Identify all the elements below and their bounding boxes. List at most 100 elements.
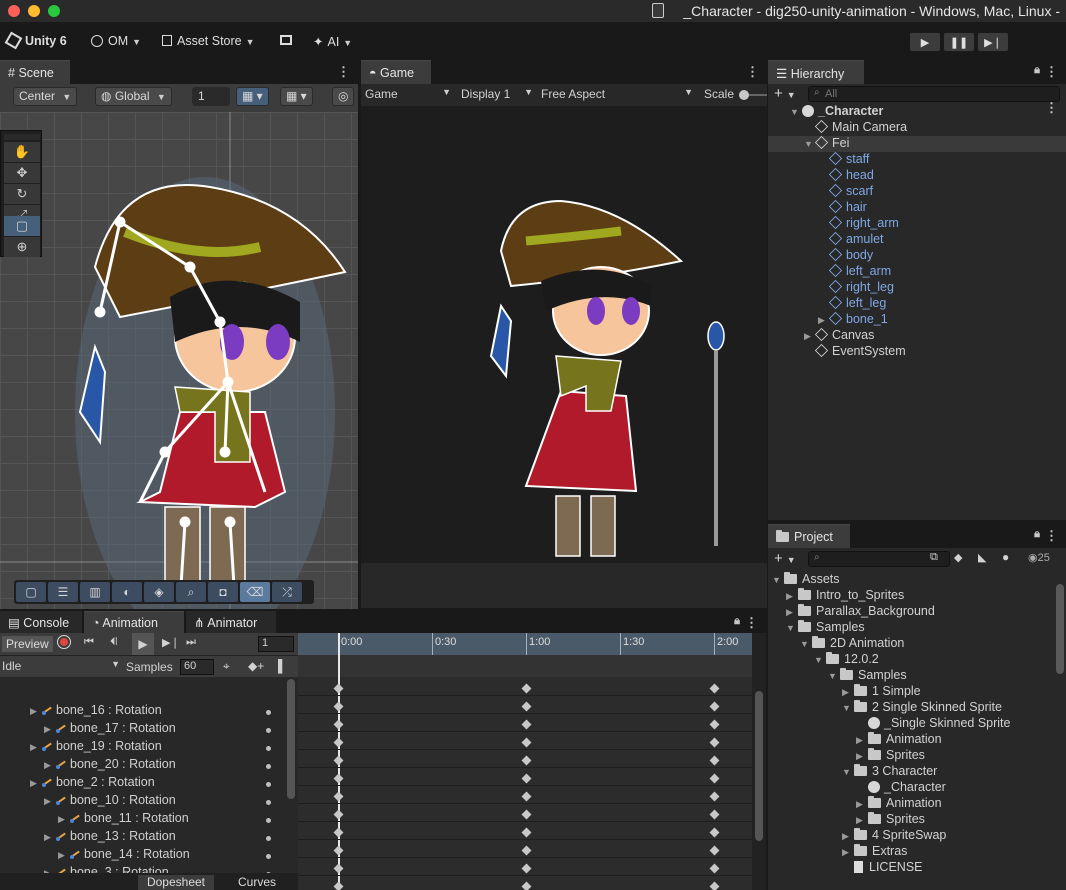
game-mode-dropdown[interactable]: Game ▼ [365,87,451,101]
keyframe-toggle-icon[interactable] [266,818,271,823]
property-scrollbar[interactable] [287,679,295,799]
display-dropdown[interactable]: Display 1 ▼ [461,87,533,101]
keyframe[interactable] [521,683,532,694]
keyframe[interactable] [333,737,344,748]
project-item[interactable]: ▼ 12.0.2 [768,652,1056,668]
ai-dropdown[interactable]: ✦ AI ▼ [313,34,352,49]
project-item[interactable]: ▶ Sprites [768,748,1056,764]
animation-property-row[interactable]: ▶ bone_14 : Rotation [0,847,287,865]
lock-icon[interactable]: 🔒︎ [734,615,740,628]
expanded-arrow-icon[interactable]: ▼ [786,623,798,633]
animation-menu-icon[interactable]: ⋮ [745,615,758,631]
scene-menu-icon[interactable]: ⋮ [337,64,350,80]
last-keyframe-button[interactable]: ⏭ [186,636,196,649]
keyframe-toggle-icon[interactable] [266,782,271,787]
keyframe[interactable] [709,845,720,856]
collapsed-arrow-icon[interactable]: ▶ [804,331,816,342]
keyframe[interactable] [709,755,720,766]
camera-button[interactable]: ◘ [208,582,238,602]
collapsed-arrow-icon[interactable]: ▶ [30,706,42,717]
filter-type-icon[interactable]: ◆ [954,551,962,564]
project-item[interactable]: ▼ 2 Single Skinned Sprite [768,700,1056,716]
hierarchy-item[interactable]: scarf [768,183,1066,200]
unity-menu[interactable]: Unity 6 [4,31,67,50]
shuffle-button[interactable]: ⤮ [272,582,302,602]
hierarchy-item[interactable]: amulet [768,231,1066,248]
keyframe[interactable] [709,773,720,784]
keyframe[interactable] [521,809,532,820]
create-dropdown[interactable]: + ▼ [774,85,796,102]
zoom-button[interactable]: ⌕ [176,582,206,602]
hierarchy-item[interactable]: ▶ bone_1 [768,311,1066,328]
keyframe[interactable] [333,701,344,712]
expanded-arrow-icon[interactable]: ▼ [772,575,784,585]
keyframe-toggle-icon[interactable] [266,854,271,859]
keyframe[interactable] [709,719,720,730]
keyframe-toggle-icon[interactable] [266,710,271,715]
keyframe[interactable] [521,881,532,890]
grid-pattern-button[interactable]: ▥ [80,582,110,602]
project-item[interactable]: ▶ Extras [768,844,1056,860]
hierarchy-item[interactable]: Main Camera [768,119,1066,136]
project-create-dropdown[interactable]: + ▼ [774,550,796,567]
keyframe-toggle-icon[interactable] [266,764,271,769]
hierarchy-menu-icon[interactable]: ⋮ [1045,64,1058,80]
keyframe[interactable] [709,809,720,820]
hand-tool-button[interactable]: ✋ [4,142,40,162]
dopesheet-timeline[interactable]: 0:00 0:30 1:00 1:30 2:00 [298,633,752,890]
label-filter-icon[interactable]: ◣ [978,551,986,564]
first-keyframe-button[interactable]: ⏮ [84,636,94,649]
hierarchy-item[interactable]: hair [768,199,1066,216]
collapsed-arrow-icon[interactable]: ▶ [30,778,42,789]
collapsed-arrow-icon[interactable]: ▶ [842,847,854,858]
snap-increment-field[interactable]: 1 [192,87,230,106]
project-item[interactable]: ▼ Samples [768,668,1056,684]
expanded-arrow-icon[interactable]: ▼ [842,703,854,713]
project-item[interactable]: ▶ Animation [768,732,1056,748]
event-lane[interactable] [298,655,752,677]
collapsed-arrow-icon[interactable]: ▶ [856,799,868,810]
keyframe[interactable] [521,845,532,856]
tab-animation[interactable]: ◔ Animation [84,611,184,633]
transform-tool-button[interactable]: ⊕ [4,237,40,257]
collapsed-arrow-icon[interactable]: ▶ [842,687,854,698]
expanded-arrow-icon[interactable]: ▼ [814,655,826,665]
project-item[interactable]: ▶ Animation [768,796,1056,812]
eraser-button[interactable]: ⌫ [240,582,270,602]
project-item[interactable]: ▶ 1 Simple [768,684,1056,700]
close-window-button[interactable] [8,5,20,17]
expanded-arrow-icon[interactable]: ▼ [842,767,854,777]
collapsed-arrow-icon[interactable]: ▶ [786,591,798,602]
project-item[interactable]: ▶ Sprites [768,812,1056,828]
animation-property-row[interactable]: ▶ bone_13 : Rotation [0,829,287,847]
keyframe-toggle-icon[interactable] [266,836,271,841]
timeline-ruler[interactable]: 0:00 0:30 1:00 1:30 2:00 [298,633,752,655]
hidden-packages-toggle[interactable]: ◉25 [1028,551,1050,564]
step-button[interactable]: ▶❘ [977,32,1009,52]
tab-hierarchy[interactable]: ☰ Hierarchy [768,60,864,84]
rect-tool-button[interactable]: ▢ [4,216,40,236]
keyframe[interactable] [333,719,344,730]
curves-tab[interactable]: Curves [222,875,292,890]
layers-button[interactable]: ◈ [144,582,174,602]
collapsed-arrow-icon[interactable]: ▶ [44,724,56,735]
collapsed-arrow-icon[interactable]: ▶ [58,814,70,825]
align-button[interactable]: ☰ [48,582,78,602]
keyframe[interactable] [333,773,344,784]
record-button[interactable] [57,635,71,649]
keyframe[interactable] [333,809,344,820]
project-item[interactable]: _Single Skinned Sprite [768,716,1056,732]
animation-property-row[interactable]: ▶ bone_17 : Rotation [0,721,287,739]
collapsed-arrow-icon[interactable]: ▶ [786,607,798,618]
account-dropdown[interactable]: OM ▼ [91,34,141,48]
collapsed-arrow-icon[interactable]: ▶ [856,815,868,826]
keyframe[interactable] [333,755,344,766]
collapsed-arrow-icon[interactable]: ▶ [44,796,56,807]
add-keyframe-button[interactable]: ⌖ [223,659,230,674]
asset-store-dropdown[interactable]: Asset Store ▼ [162,34,255,48]
keyframe[interactable] [521,719,532,730]
samples-field[interactable]: 60 [180,659,214,675]
next-keyframe-button[interactable]: ▶❘ [162,636,180,649]
animation-property-row[interactable]: ▶ bone_16 : Rotation [0,703,287,721]
keyframe[interactable] [333,791,344,802]
